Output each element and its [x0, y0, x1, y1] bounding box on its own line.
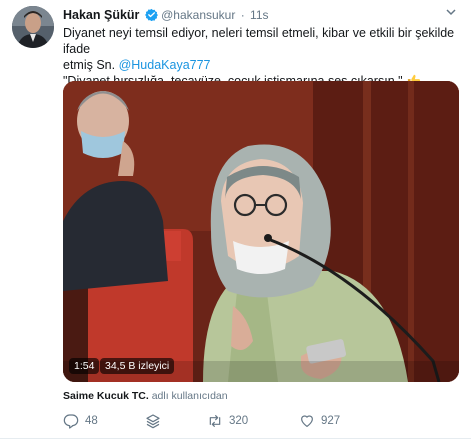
layers-icon — [145, 413, 161, 429]
retweet-button[interactable]: 320 — [207, 413, 248, 429]
like-button[interactable]: 927 — [299, 413, 340, 429]
attribution-user[interactable]: Saime Kucuk TC. — [63, 390, 149, 402]
reply-icon — [63, 413, 79, 429]
retweet-count: 320 — [229, 415, 249, 427]
tweet[interactable]: Hakan Şükür @hakansukur · 11s Diyanet ne… — [0, 0, 471, 439]
chevron-down-icon[interactable] — [445, 6, 457, 21]
tweet-text-line2: etmiş Sn. — [63, 58, 119, 72]
video-player[interactable]: 1:54 34,5 B izleyici — [63, 81, 459, 382]
retweet-icon — [207, 413, 223, 429]
heart-icon — [299, 413, 315, 429]
video-views: 34,5 B izleyici — [100, 358, 175, 374]
reply-count: 48 — [85, 415, 98, 427]
tweet-header: Hakan Şükür @hakansukur · 11s — [63, 8, 269, 24]
author-name[interactable]: Hakan Şükür — [63, 8, 139, 22]
reply-button[interactable]: 48 — [63, 413, 98, 429]
verified-badge-icon — [144, 8, 158, 24]
video-duration: 1:54 — [69, 358, 100, 374]
attribution-suffix: adlı kullanıcıdan — [151, 390, 228, 402]
author-handle[interactable]: @hakansukur — [161, 8, 235, 22]
video-frame — [63, 81, 459, 382]
tweet-time[interactable]: 11s — [250, 8, 268, 22]
layers-button[interactable] — [145, 413, 161, 429]
separator-dot: · — [240, 8, 245, 22]
media-attribution[interactable]: Saime Kucuk TC. adlı kullanıcıdan — [63, 390, 228, 402]
tweet-text-line1: Diyanet neyi temsil ediyor, neleri temsi… — [63, 26, 455, 56]
mention-link[interactable]: @HudaKaya777 — [119, 58, 211, 72]
like-count: 927 — [321, 415, 341, 427]
tweet-actions: 48 320 927 — [63, 413, 458, 431]
avatar[interactable] — [12, 6, 54, 48]
